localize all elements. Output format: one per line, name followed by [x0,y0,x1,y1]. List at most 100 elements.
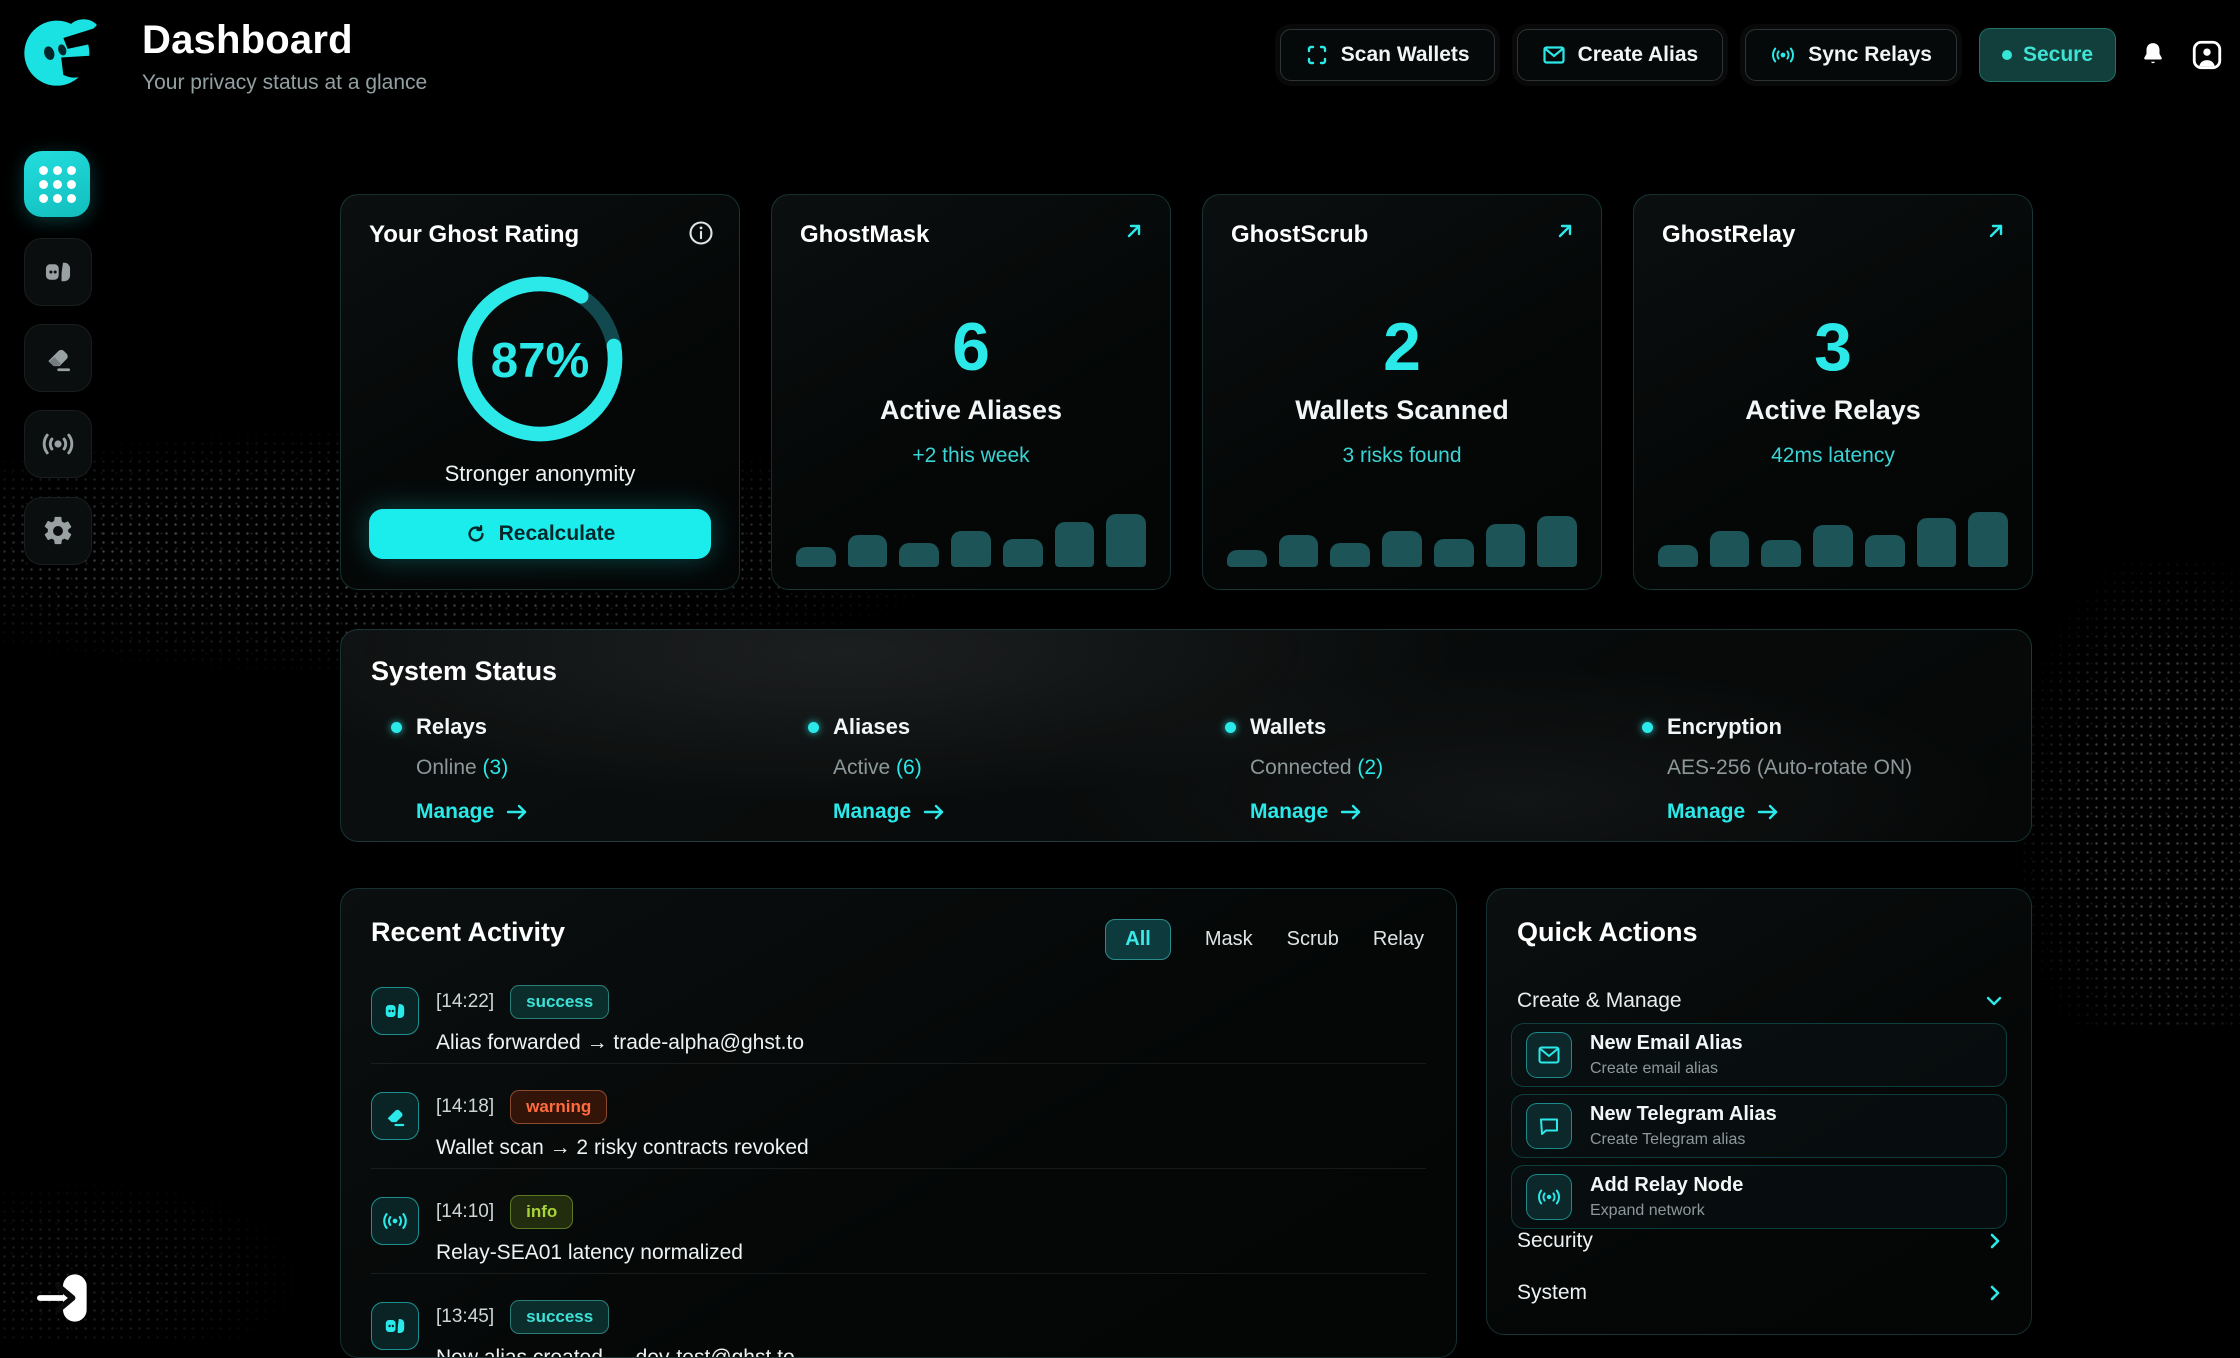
status-col-aliases: Aliases Active (6) Manage [808,714,1208,824]
refresh-icon [465,523,487,545]
manage-encryption-link[interactable]: Manage [1667,800,2042,824]
metric-value: 6 [772,313,1170,381]
status-col-encryption: Encryption AES-256 (Auto-rotate ON) Mana… [1642,714,2042,824]
eraser-icon [371,1092,419,1140]
sidebar-item-scrub[interactable] [24,324,92,392]
chevron-right-icon [1989,1284,2001,1302]
tab-all[interactable]: All [1105,919,1171,960]
page-subtitle: Your privacy status at a glance [142,71,427,95]
mask-icon [41,255,75,289]
status-name: Wallets [1250,714,1326,740]
manage-relays-link[interactable]: Manage [416,800,791,824]
activity-filter-tabs: All Mask Scrub Relay [1105,919,1424,960]
arrow-right-icon [506,803,528,821]
arrow-up-right-icon[interactable] [1984,219,2008,243]
sidebar-item-dashboard[interactable] [24,151,90,217]
scan-wallets-button[interactable]: Scan Wallets [1280,29,1495,81]
system-status-title: System Status [371,656,557,687]
tab-relay[interactable]: Relay [1373,928,1424,951]
header-actions: Scan Wallets Create Alias Sync Relays Se… [1280,28,2224,82]
activity-row: [14:10] info Relay-SEA01 latency normali… [371,1195,1426,1274]
arrow-up-right-icon[interactable] [1122,219,1146,243]
activity-time: [13:45] [436,1306,494,1328]
activity-time: [14:18] [436,1096,494,1118]
metric-sub: 42ms latency [1634,444,2032,468]
mask-icon [371,1302,419,1350]
sidebar-item-mask[interactable] [24,238,92,306]
tab-mask[interactable]: Mask [1205,928,1253,951]
action-subtitle: Expand network [1590,1202,1743,1220]
eraser-icon [41,341,75,375]
recalculate-button[interactable]: Recalculate [369,509,711,559]
status-badge: success [510,985,609,1019]
recent-activity-title: Recent Activity [371,917,565,948]
relay-icon [40,427,76,461]
rating-caption: Stronger anonymity [369,461,711,487]
metric-label: Wallets Scanned [1203,395,1601,426]
manage-aliases-link[interactable]: Manage [833,800,1208,824]
create-manage-group-toggle[interactable]: Create & Manage [1517,989,2003,1013]
status-dot-icon [1225,722,1236,733]
status-dot-icon [808,722,819,733]
arrow-right-icon [923,803,945,821]
status-value: AES-256 (Auto-rotate ON) [1667,756,2042,780]
ghost-rating-ring: 87% [456,275,624,443]
arrow-right-icon [1340,803,1362,821]
sidebar-item-relay[interactable] [24,410,92,478]
tab-scrub[interactable]: Scrub [1287,928,1339,951]
status-dot-icon [2002,50,2012,60]
metric-value: 3 [1634,313,2032,381]
ghostmask-card[interactable]: GhostMask 6 Active Aliases +2 this week [771,194,1171,590]
create-alias-button[interactable]: Create Alias [1517,29,1724,81]
activity-row: [13:45] success New alias created → dev-… [371,1300,1426,1358]
add-relay-node-action[interactable]: Add Relay Node Expand network [1511,1165,2007,1229]
new-telegram-alias-action[interactable]: New Telegram Alias Create Telegram alias [1511,1094,2007,1158]
manage-wallets-link[interactable]: Manage [1250,800,1625,824]
chevron-down-icon [1985,995,2003,1007]
activity-time: [14:22] [436,991,494,1013]
status-value: Connected (2) [1250,756,1625,780]
page-title: Dashboard [142,18,427,63]
status-dot-icon [391,722,402,733]
grid-icon [39,166,76,203]
avatar-icon [2190,38,2224,72]
mini-bar-chart [796,509,1146,567]
profile-button[interactable] [2190,38,2224,72]
new-email-alias-action[interactable]: New Email Alias Create email alias [1511,1023,2007,1087]
metric-value: 2 [1203,313,1601,381]
status-value: Online (3) [416,756,791,780]
status-badge: warning [510,1090,607,1124]
quick-actions-panel: Quick Actions Create & Manage New Email … [1486,888,2032,1335]
exit-icon [34,1272,92,1324]
ghost-logo-icon [20,12,98,90]
metric-label: Active Relays [1634,395,2032,426]
notifications-button[interactable] [2138,40,2168,70]
link-label: System [1517,1281,1587,1305]
info-icon[interactable] [687,219,715,247]
system-link[interactable]: System [1517,1281,2001,1305]
status-badge: info [510,1195,573,1229]
activity-text: New alias created → dev-test@ghst.to [436,1346,795,1358]
ghost-rating-card: Your Ghost Rating 87% Stronger anonymity… [340,194,740,590]
secure-label: Secure [2023,43,2093,67]
sync-relays-label: Sync Relays [1808,43,1932,67]
logout-button[interactable] [34,1272,92,1324]
sidebar-item-settings[interactable] [24,497,92,565]
status-name: Aliases [833,714,910,740]
arrow-up-right-icon[interactable] [1553,219,1577,243]
status-name: Relays [416,714,487,740]
ghostscrub-card[interactable]: GhostScrub 2 Wallets Scanned 3 risks fou… [1202,194,1602,590]
ghost-rating-value: 87% [491,333,590,388]
ghostrelay-card[interactable]: GhostRelay 3 Active Relays 42ms latency [1633,194,2033,590]
activity-row: [14:22] success Alias forwarded → trade-… [371,985,1426,1064]
metric-sub: 3 risks found [1203,444,1601,468]
link-label: Security [1517,1229,1593,1253]
sync-relays-button[interactable]: Sync Relays [1745,29,1957,81]
mail-icon [1526,1032,1572,1078]
card-title: Your Ghost Rating [369,221,711,249]
gear-icon [41,514,75,548]
status-dot-icon [1642,722,1653,733]
status-value: Active (6) [833,756,1208,780]
security-link[interactable]: Security [1517,1229,2001,1253]
action-title: New Email Alias [1590,1032,1743,1055]
